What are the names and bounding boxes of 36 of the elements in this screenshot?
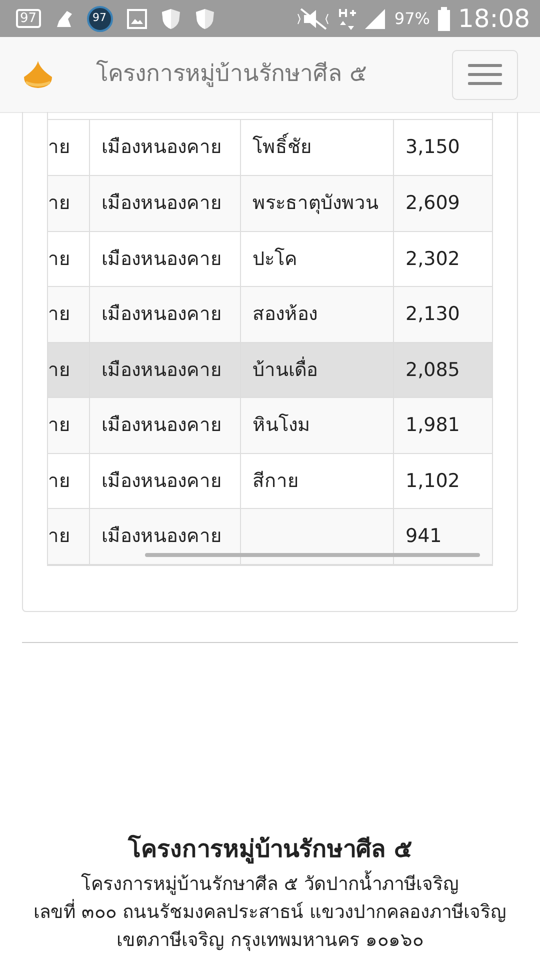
table-cell: เมืองหนองคาย — [89, 508, 240, 564]
battery-percent: 97% — [394, 8, 430, 30]
table-cell: 2,130 — [393, 286, 492, 342]
shield-icon — [194, 8, 215, 30]
table-cell: 941 — [393, 508, 492, 564]
clock-time: 18:08 — [458, 6, 530, 31]
scrollbar[interactable] — [145, 552, 480, 556]
table-cell: าย — [48, 508, 89, 564]
notification-count-icon: 97 — [16, 9, 41, 28]
table-cell: าย — [48, 342, 89, 398]
table-cell: เมืองหนองคาย — [89, 176, 240, 231]
image-icon — [126, 8, 147, 28]
table-cell: สองห้อง — [240, 286, 393, 342]
table-cell: 2,085 — [393, 342, 492, 398]
table-cell: าย — [48, 176, 89, 231]
table-cell: เมืองหนองคาย — [89, 398, 240, 453]
footer-heading: โครงการหมู่บ้านรักษาศีล ๕ — [126, 834, 414, 864]
table-cell: เมืองหนองคาย — [89, 342, 240, 398]
battery-icon — [438, 6, 450, 30]
table-cell: หินโงม — [240, 398, 393, 453]
table-cell: บ้านเดื่อ — [240, 342, 393, 398]
table-cell: 2,609 — [393, 176, 492, 231]
table-cell: พระธาตุบังพวน — [240, 176, 393, 231]
table-cell: 1,981 — [393, 398, 492, 453]
signal-icon — [364, 8, 386, 30]
address-line: โครงการหมู่บ้านรักษาศีล ๕ วัดปากน้ำภาษีเจริญ — [0, 871, 540, 900]
table-cell: เมืองหนองคาย — [89, 286, 240, 342]
table-cell: าย — [48, 286, 89, 342]
address-line: เขตภาษีเจริญ กรุงเทพมหานคร ๑๐๑๖๐ — [116, 929, 424, 954]
table-cell: าย — [48, 398, 89, 453]
address-line: เลขที่ ๓๐๐ ถนนรัชมงคลประสาธน์ แขวงปากคลองภาษีเจริญ — [0, 899, 540, 928]
menu-button[interactable] — [452, 50, 518, 100]
mute-icon — [296, 8, 330, 30]
circle-badge-icon: 97 — [86, 6, 113, 32]
shield-icon — [160, 8, 181, 30]
data-arrows-icon — [338, 6, 356, 30]
